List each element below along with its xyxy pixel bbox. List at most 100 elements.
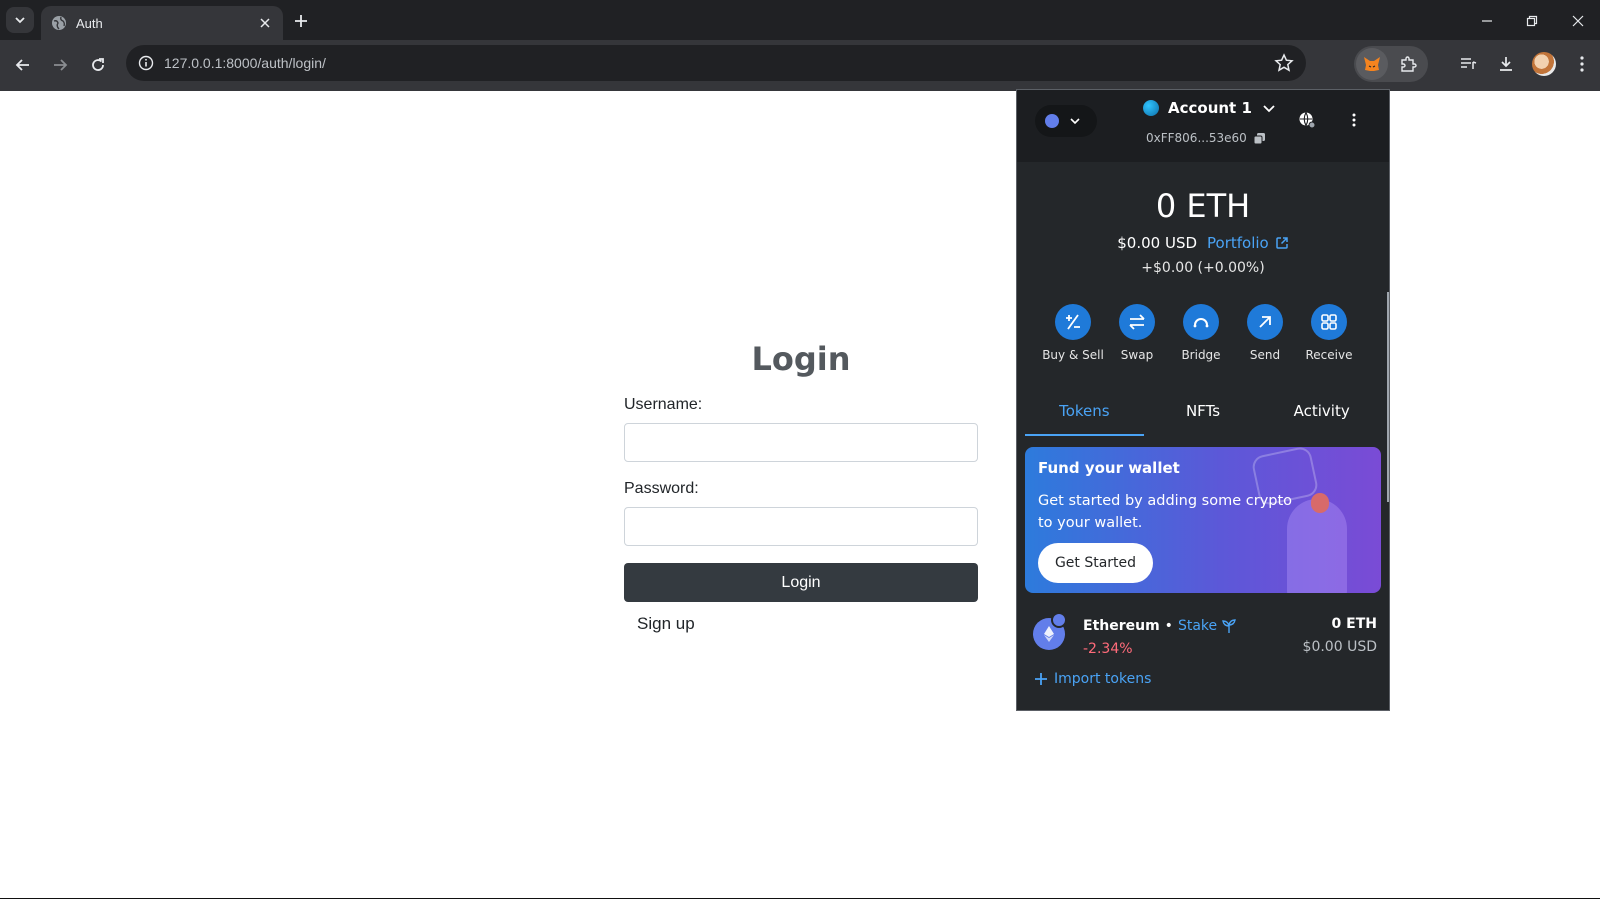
profile-button[interactable]: [1532, 52, 1556, 76]
get-started-button[interactable]: Get Started: [1038, 543, 1153, 583]
ethereum-network-icon: [1045, 114, 1059, 128]
receive-button[interactable]: Receive: [1297, 304, 1361, 362]
copy-icon[interactable]: [1253, 132, 1266, 145]
new-tab-button[interactable]: [290, 10, 312, 32]
arrow-up-right-icon: [1259, 316, 1271, 328]
password-input[interactable]: [624, 507, 978, 546]
close-window-button[interactable]: [1567, 10, 1589, 32]
kebab-menu-icon: [1580, 56, 1584, 72]
tab-nfts[interactable]: NFTs: [1144, 398, 1263, 436]
login-button[interactable]: Login: [624, 563, 978, 602]
reload-icon: [92, 58, 104, 71]
plus-minus-icon: [1066, 314, 1080, 330]
swap-circle: [1119, 304, 1155, 340]
back-button[interactable]: [10, 52, 36, 78]
connected-sites-button[interactable]: [1296, 109, 1318, 131]
account-address: 0xFF806...53e60: [1146, 131, 1247, 145]
banner-illustration-head: [1311, 493, 1329, 513]
send-circle: [1247, 304, 1283, 340]
kebab-menu-icon: [1352, 113, 1356, 127]
bridge-button[interactable]: Bridge: [1169, 304, 1233, 362]
password-label: Password:: [624, 480, 699, 497]
playlist-icon: [1461, 58, 1477, 69]
ethereum-network-badge: [1051, 612, 1067, 628]
wallet-actions: Buy & Sell Swap Bridge Send Receive: [1041, 304, 1361, 362]
tab-search-button[interactable]: [6, 7, 34, 33]
restore-button[interactable]: [1521, 10, 1543, 32]
signup-link[interactable]: Sign up: [637, 614, 978, 634]
receive-label: Receive: [1305, 348, 1353, 362]
close-tab-icon[interactable]: [257, 15, 273, 31]
token-row-ethereum[interactable]: Ethereum • Stake -2.34% 0 ETH $0.00 USD: [1033, 610, 1377, 658]
balance-change: +$0.00 (+0.00%): [1141, 260, 1265, 276]
tab-title: Auth: [76, 15, 103, 31]
account-name: Account 1: [1168, 99, 1252, 117]
import-tokens-button[interactable]: Import tokens: [1034, 671, 1151, 687]
plus-icon: [295, 15, 307, 27]
stake-link[interactable]: Stake: [1178, 618, 1217, 634]
network-selector[interactable]: [1035, 105, 1097, 137]
browser-toolbar: 127.0.0.1:8000/auth/login/: [0, 40, 1600, 91]
plus-icon: [1035, 673, 1047, 685]
forward-button[interactable]: [47, 52, 73, 78]
bridge-circle: [1183, 304, 1219, 340]
chevron-down-icon: [1263, 105, 1275, 113]
address-bar[interactable]: 127.0.0.1:8000/auth/login/: [126, 45, 1306, 81]
receive-circle: [1311, 304, 1347, 340]
globe-icon: [52, 16, 66, 30]
metamask-fox-icon: [1364, 57, 1380, 71]
bridge-icon: [1193, 318, 1209, 328]
browser-tab[interactable]: Auth: [41, 6, 283, 40]
send-button[interactable]: Send: [1233, 304, 1297, 362]
arrow-right-icon: [54, 59, 68, 71]
external-link-icon: [1275, 237, 1288, 249]
chevron-down-icon: [15, 17, 25, 24]
site-info-icon[interactable]: [136, 53, 156, 73]
browser-tab-strip: Auth: [0, 0, 1600, 40]
token-name: Ethereum: [1083, 618, 1160, 634]
token-change: -2.34%: [1083, 641, 1133, 657]
minimize-button[interactable]: [1476, 10, 1498, 32]
tab-activity[interactable]: Activity: [1262, 398, 1381, 436]
token-usd: $0.00 USD: [1302, 639, 1377, 655]
import-tokens-label: Import tokens: [1054, 671, 1152, 687]
balance-amount: 0 ETH: [1155, 187, 1251, 225]
account-selector[interactable]: Account 1: [1143, 99, 1276, 117]
username-label: Username:: [624, 396, 703, 413]
close-icon: [1572, 15, 1584, 27]
username-input[interactable]: [624, 423, 978, 462]
chevron-down-icon: [1070, 118, 1080, 125]
swap-button[interactable]: Swap: [1105, 304, 1169, 362]
portfolio-label: Portfolio: [1207, 234, 1269, 252]
fund-wallet-banner: Fund your wallet Get started by adding s…: [1025, 447, 1381, 593]
page-title: Login: [751, 340, 851, 378]
browser-menu-button[interactable]: [1570, 52, 1594, 76]
portfolio-link[interactable]: Portfolio: [1207, 234, 1289, 252]
tab-tokens[interactable]: Tokens: [1025, 398, 1144, 436]
buy-sell-button[interactable]: Buy & Sell: [1041, 304, 1105, 362]
login-form: Login Username: Password: Login Sign up: [624, 340, 978, 634]
banner-title: Fund your wallet: [1038, 459, 1180, 477]
account-address-row[interactable]: 0xFF806...53e60: [1146, 131, 1266, 145]
url-text[interactable]: 127.0.0.1:8000/auth/login/: [164, 55, 326, 71]
bookmark-star-icon[interactable]: [1274, 53, 1294, 73]
puzzle-icon: [1401, 56, 1417, 72]
arrow-left-icon: [15, 59, 29, 71]
account-avatar: [1143, 100, 1159, 116]
wallet-header: Account 1 0xFF806...53e60: [1017, 90, 1389, 162]
media-controls-button[interactable]: [1456, 52, 1480, 76]
metamask-extension-button[interactable]: [1356, 48, 1388, 80]
wallet-tabs: Tokens NFTs Activity: [1025, 398, 1381, 436]
buy-sell-label: Buy & Sell: [1042, 348, 1104, 362]
avatar: [1532, 52, 1556, 76]
sprout-icon: [1222, 619, 1236, 633]
token-separator: •: [1164, 618, 1173, 634]
extensions-button[interactable]: [1396, 52, 1420, 76]
restore-icon: [1526, 15, 1538, 27]
balance-usd: $0.00 USD: [1117, 234, 1198, 252]
banner-text: Get started by adding some crypto to you…: [1038, 493, 1293, 531]
downloads-button[interactable]: [1494, 52, 1518, 76]
reload-button[interactable]: [85, 52, 111, 78]
scrollbar[interactable]: [1387, 292, 1389, 502]
wallet-menu-button[interactable]: [1343, 109, 1365, 131]
